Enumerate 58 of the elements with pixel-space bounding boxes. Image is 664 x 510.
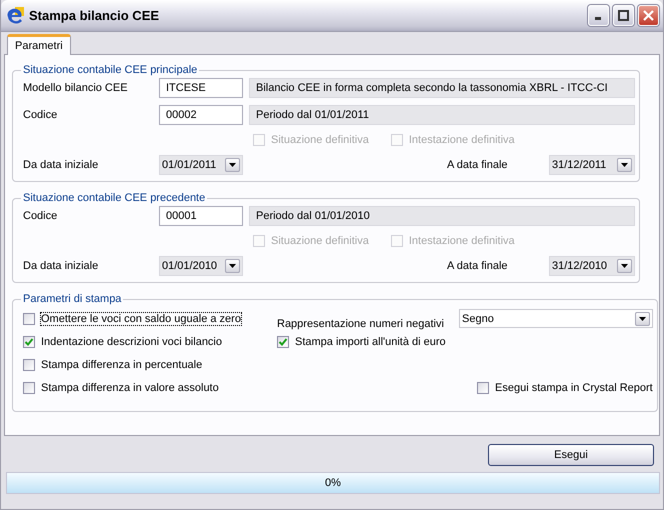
field-label: Rappresentazione numeri negativi — [277, 318, 445, 330]
input-field[interactable]: ITCESE — [159, 78, 243, 98]
group-title: Situazione contabile CEE principale — [22, 64, 198, 76]
dropdown-button[interactable] — [225, 158, 240, 172]
group-title: Situazione contabile CEE precedente — [22, 192, 206, 204]
description-field: Periodo dal 01/01/2011 — [249, 105, 635, 125]
field-label: A data finale — [447, 159, 509, 171]
checkbox-label: Intestazione definitiva — [408, 235, 515, 247]
checkbox-label: Stampa importi all'unità di euro — [295, 336, 446, 348]
input-field[interactable]: 00001 — [159, 206, 243, 226]
dropdown-button[interactable] — [617, 158, 632, 172]
progress-text: 0% — [325, 477, 341, 489]
caret-icon — [638, 316, 646, 320]
checkbox-label: Omettere le voci con saldo uguale a zero — [41, 312, 241, 324]
checkbox[interactable] — [23, 312, 35, 324]
field-label: Da data iniziale — [23, 159, 100, 171]
field-label: Modello bilancio CEE — [23, 82, 129, 94]
caret-icon — [229, 163, 236, 167]
group-title: Parametri di stampa — [22, 293, 122, 305]
date-field[interactable]: 01/01/2011 — [159, 155, 243, 175]
select-field[interactable]: Segno — [459, 309, 653, 328]
dropdown-button[interactable] — [634, 312, 650, 326]
tab[interactable]: Parametri — [7, 34, 71, 55]
minimize-button[interactable] — [588, 5, 609, 26]
description-field: Bilancio CEE in forma completa secondo la tassonomia XBRL - ITCC-CI — [249, 78, 635, 98]
date-field[interactable]: 01/01/2010 — [159, 256, 243, 276]
maximize-icon — [618, 10, 629, 21]
dropdown-button[interactable] — [617, 259, 632, 273]
input-field[interactable]: 00002 — [159, 105, 243, 125]
checkbox-label: Indentazione descrizioni voci bilancio — [41, 336, 222, 348]
checkbox-label: Stampa differenza in valore assoluto — [41, 382, 219, 394]
field-label: A data finale — [447, 260, 509, 272]
app-logo-icon — [5, 6, 25, 26]
caret-icon — [621, 163, 628, 167]
checkbox[interactable] — [277, 336, 289, 348]
checkbox[interactable] — [23, 336, 35, 348]
date-field[interactable]: 31/12/2010 — [549, 256, 635, 276]
window-title: Stampa bilancio CEE — [29, 8, 160, 23]
checkbox-label: Intestazione definitiva — [408, 134, 515, 146]
checkbox[interactable] — [477, 382, 489, 394]
checkbox[interactable] — [23, 382, 35, 394]
dropdown-button[interactable] — [225, 259, 240, 273]
description-field: Periodo dal 01/01/2010 — [249, 206, 635, 226]
run-button[interactable]: Esegui — [488, 444, 654, 466]
caret-icon — [229, 264, 236, 268]
close-button[interactable] — [638, 5, 659, 26]
checkbox-label: Situazione definitiva — [271, 235, 369, 247]
maximize-button[interactable] — [613, 5, 634, 26]
date-field[interactable]: 31/12/2011 — [549, 155, 635, 175]
checkbox-label: Esegui stampa in Crystal Report — [495, 382, 653, 394]
field-label: Da data iniziale — [23, 260, 100, 272]
field-label: Codice — [23, 210, 58, 222]
checkbox-label: Stampa differenza in percentuale — [41, 358, 202, 370]
checkbox-label: Situazione definitiva — [271, 134, 369, 146]
close-icon — [643, 10, 654, 21]
field-label: Codice — [23, 109, 58, 121]
checkbox[interactable] — [23, 358, 35, 370]
caret-icon — [621, 264, 628, 268]
